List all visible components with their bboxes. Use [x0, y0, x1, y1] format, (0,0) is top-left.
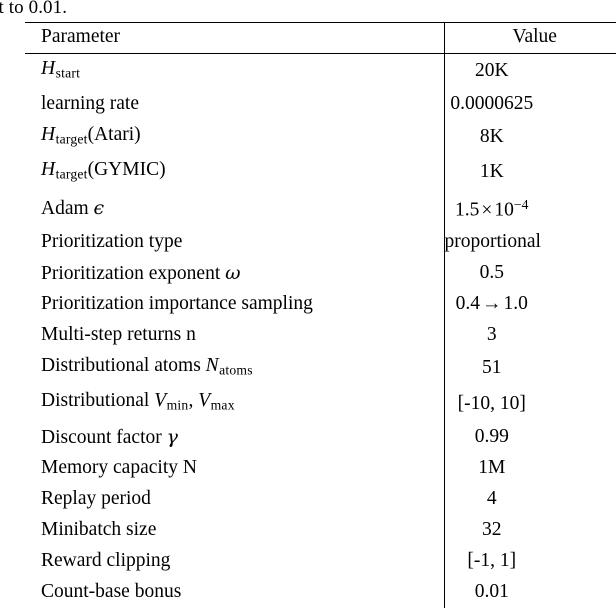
table-row: Minibatch size 32 [25, 515, 616, 547]
clipped-paragraph-text: et to 0.01. [0, 0, 68, 18]
cell-value: 0.0000625 [443, 89, 616, 121]
table-row: Memory capacity N 1M [25, 453, 616, 485]
cell-value: 1K [443, 155, 616, 191]
cell-parameter: Distributional Vmin, Vmax [41, 390, 235, 413]
column-header-parameter: Parameter [41, 26, 121, 47]
cell-parameter: Minibatch size [41, 519, 157, 541]
table-row: Prioritization exponent ω 0.5 [25, 257, 616, 290]
cell-parameter: Prioritization importance sampling [41, 293, 313, 315]
cell-value: 32 [443, 515, 616, 547]
cell-value: 8K [443, 120, 616, 156]
cell-parameter: learning rate [41, 93, 139, 115]
cell-value: 4 [443, 484, 616, 516]
cell-value: 0.99 [443, 421, 616, 454]
cell-value: 1.5 × 10−4 [443, 190, 616, 227]
table-row: Distributional atoms Natoms 51 [25, 351, 616, 387]
table-row: Prioritization importance sampling 0.4 → 1… [25, 289, 616, 321]
cell-parameter: Replay period [41, 488, 151, 510]
table-body: Hstart 20K learning rate 0.0000625 Htarg… [25, 53, 616, 608]
cell-value: proportional [443, 226, 616, 258]
cell-parameter: Multi-step returns n [41, 324, 196, 346]
cell-parameter: Memory capacity N [41, 457, 197, 479]
cell-parameter: Adam ϵ [41, 196, 105, 219]
cell-value: 0.01 [443, 577, 616, 608]
cell-parameter: Prioritization exponent ω [41, 261, 241, 284]
table-row: Discount factor γ 0.99 [25, 421, 616, 454]
cell-parameter: Discount factor γ [41, 425, 178, 448]
cell-value: 3 [443, 320, 616, 352]
table-header: Parameter Value [25, 22, 616, 54]
cell-value: [-1, 1] [443, 546, 616, 578]
cell-parameter: Htarget(Atari) [41, 124, 141, 147]
table-row: Reward clipping [-1, 1] [25, 546, 616, 578]
cell-parameter: Count-base bonus [41, 581, 182, 603]
table-row: Distributional Vmin, Vmax [-10, 10] [25, 386, 616, 422]
column-header-value: Value [443, 22, 616, 54]
table-row: Prioritization type proportional [25, 226, 616, 258]
table-row: Count-base bonus 0.01 [25, 577, 616, 608]
table-row: Htarget(GYMIC) 1K [25, 155, 616, 191]
cell-parameter: Prioritization type [41, 230, 183, 252]
cell-parameter: Htarget(GYMIC) [41, 159, 166, 182]
table-header-row: Parameter Value [25, 22, 616, 54]
cell-value: 1M [443, 453, 616, 485]
page-root: et to 0.01. Parameter Value Hstart 20K l… [0, 0, 616, 608]
table-row: Htarget(Atari) 8K [25, 120, 616, 156]
table-row: learning rate 0.0000625 [25, 89, 616, 121]
cell-value: 20K [443, 53, 616, 90]
cell-value: 0.5 [443, 257, 616, 290]
table-row: Adam ϵ 1.5 × 10−4 [25, 190, 616, 227]
cell-parameter: Distributional atoms Natoms [41, 355, 253, 378]
hyperparameter-table: Parameter Value Hstart 20K learning rate… [25, 22, 616, 608]
cell-value: [-10, 10] [443, 386, 616, 422]
hyperparameter-table-wrapper: Parameter Value Hstart 20K learning rate… [25, 22, 616, 608]
table-row: Replay period 4 [25, 484, 616, 516]
cell-parameter: Hstart [25, 53, 444, 90]
cell-value: 51 [443, 351, 616, 387]
cell-parameter: Reward clipping [41, 550, 171, 572]
table-row: Multi-step returns n 3 [25, 320, 616, 352]
table-row: Hstart 20K [25, 53, 616, 90]
cell-value: 0.4 → 1.0 [443, 289, 616, 321]
